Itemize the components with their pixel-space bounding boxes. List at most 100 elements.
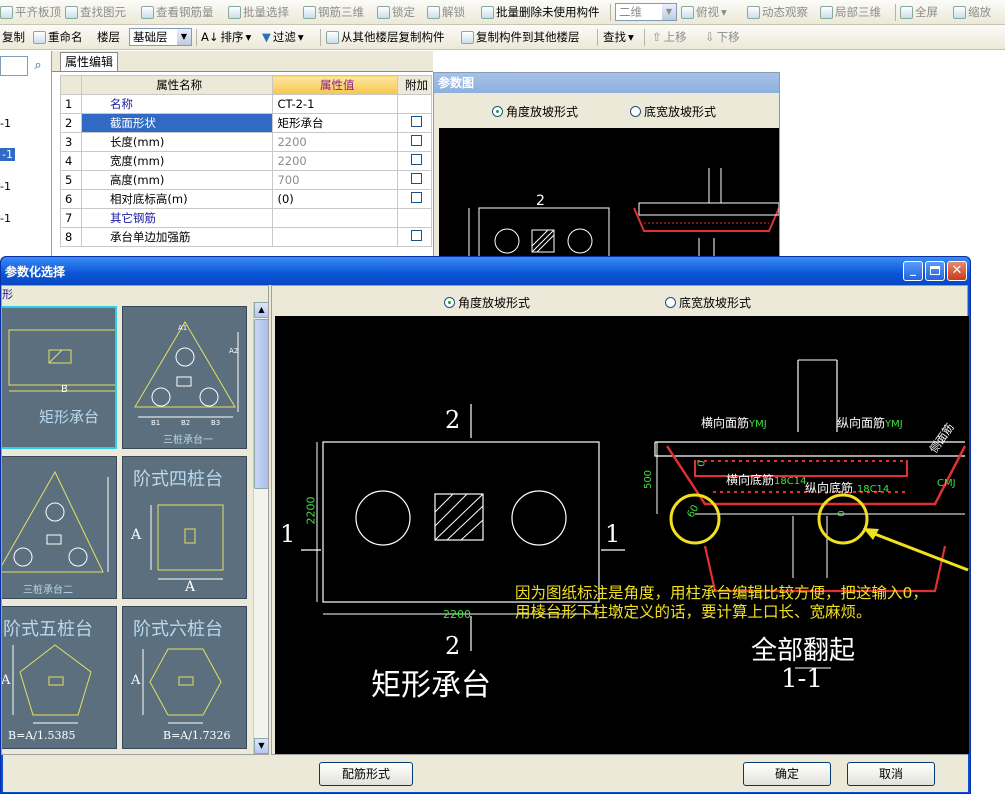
arrow-up-icon: ⇧ — [652, 30, 662, 44]
tab-property-edit[interactable]: 属性编辑 — [60, 52, 118, 71]
separator — [196, 29, 197, 46]
extra-checkbox[interactable] — [411, 230, 422, 241]
radio-width-slope[interactable]: 底宽放坡形式 — [665, 294, 751, 311]
minimize-button[interactable]: _ — [903, 261, 923, 281]
label-top-h: 横向面筋YMJ — [701, 416, 767, 430]
tool-orbit[interactable]: 动态观察 — [747, 4, 808, 21]
zoom-icon — [953, 6, 966, 19]
thumb-step-four-pile[interactable]: 阶式四桩台 A A — [122, 456, 247, 599]
extra-checkbox[interactable] — [411, 173, 422, 184]
tool-unlock[interactable]: 解锁 — [427, 4, 465, 21]
scroll-down-icon[interactable]: ▼ — [254, 738, 268, 754]
cancel-button[interactable]: 取消 — [847, 762, 935, 786]
scroll-up-icon[interactable]: ▲ — [254, 302, 268, 318]
chevron-down-icon: ▼ — [177, 29, 191, 45]
maximize-button[interactable] — [925, 261, 945, 281]
thumb-three-pile-1[interactable]: A1 A2 B1 B2 B3 三桩承台一 — [122, 306, 247, 449]
extra-checkbox[interactable] — [411, 154, 422, 165]
ref-radio-angle[interactable]: 角度放坡形式 — [492, 103, 578, 120]
thumb-three-pile-2[interactable]: 三桩承台二 — [2, 456, 117, 599]
tool-zoom[interactable]: 缩放 — [953, 4, 991, 21]
thumb-rect-cap[interactable]: B 矩形承台 — [2, 306, 117, 449]
ok-button[interactable]: 确定 — [743, 762, 831, 786]
chevron-down-icon: ▾ — [245, 30, 252, 44]
select-icon — [228, 6, 241, 19]
plan-section-mark-top: 2 — [445, 406, 461, 434]
tree-item-selected[interactable]: -1 — [0, 148, 15, 161]
tool-top-view[interactable]: 俯视 ▾ — [681, 4, 727, 21]
parametric-select-dialog: 参数化选择 _ ✕ 形 B 矩形承台 A1 A2 B1 B2 B3 三桩承台一 — [0, 256, 971, 794]
thumb-list-scrollbar[interactable]: ▲ ▼ — [253, 302, 268, 754]
component-tree-panel: ⌕ -1 -1 -1 -1 — [0, 51, 52, 261]
copy-button[interactable]: 复制 — [2, 29, 25, 46]
plan-section-mark-right: 1 — [605, 520, 621, 548]
section-mark: 1-1 — [781, 664, 823, 694]
top-view-icon — [681, 6, 694, 19]
tool-find-element[interactable]: 查找图元 — [65, 4, 126, 21]
find-button[interactable]: 查找 ▾ — [603, 29, 634, 46]
tool-lock[interactable]: 锁定 — [377, 4, 415, 21]
thumb-step-six-pile[interactable]: 阶式六桩台 A B=A/1.7326 — [122, 606, 247, 749]
move-up-button[interactable]: ⇧ 上移 — [652, 29, 687, 46]
search-icon[interactable]: ⌕ — [28, 56, 48, 76]
filter-button[interactable]: ▼ 过滤 ▾ — [262, 29, 304, 46]
preview-area: 角度放坡形式 底宽放坡形式 2 2 1 1 2200 2200 矩形承台 横向面… — [271, 285, 969, 755]
list-header: 形 — [2, 288, 13, 301]
ref-radio-width[interactable]: 底宽放坡形式 — [630, 103, 716, 120]
toolbar-second: 复制 重命名 楼层 基础层 ▼ A↓ 排序 ▾ ▼ 过滤 ▾ 从其他楼层复制构件 复制构件… — [0, 25, 1005, 50]
ref-panel-title: 参数图 — [434, 73, 779, 93]
separator — [644, 29, 645, 46]
rebar-3d-icon — [303, 6, 316, 19]
property-row[interactable]: 3 长度(mm) 2200 — [60, 132, 432, 152]
plan-section-mark-left: 1 — [280, 520, 296, 548]
move-down-button[interactable]: ⇩ 下移 — [705, 29, 740, 46]
extra-checkbox[interactable] — [411, 116, 422, 127]
tree-item[interactable]: -1 — [0, 117, 11, 130]
annotation-note: 因为图纸标注是角度，用柱承台编辑比较方便，把这输入0， 用棱台形下柱墩定义的话，… — [515, 584, 928, 621]
tool-view-rebar[interactable]: 查看钢筋量 — [141, 4, 214, 21]
floor-select[interactable]: 基础层 ▼ — [129, 28, 192, 46]
property-grid: 属性名称 属性值 附加 1 名称 CT-2-1 2 截面形状 矩形承台 3 长度(mm) 2… — [60, 75, 432, 247]
extra-checkbox[interactable] — [411, 135, 422, 146]
label-zero-1: 0 — [696, 460, 708, 467]
tree-item[interactable]: -1 — [0, 212, 11, 225]
sort-button[interactable]: A↓ 排序 ▾ — [201, 29, 251, 46]
radio-angle-slope[interactable]: 角度放坡形式 — [444, 294, 530, 311]
search-input[interactable] — [0, 56, 28, 76]
tree-item[interactable]: -1 — [0, 180, 11, 193]
label-bot-h: 横向底筋18C14 — [726, 473, 807, 487]
unlock-icon — [427, 6, 440, 19]
property-row[interactable]: 1 名称 CT-2-1 — [60, 94, 432, 114]
separator — [895, 4, 896, 21]
scroll-thumb[interactable] — [254, 319, 268, 489]
tool-rebar-3d[interactable]: 钢筋三维 — [303, 4, 364, 21]
extra-checkbox[interactable] — [411, 192, 422, 203]
copy-to-floor-button[interactable]: 复制构件到其他楼层 — [461, 29, 580, 46]
property-row[interactable]: 5 高度(mm) 700 — [60, 170, 432, 190]
chevron-down-icon: ▾ — [297, 30, 304, 44]
label-zero-2: 0 — [836, 510, 848, 517]
tool-fullscreen[interactable]: 全屏 — [900, 4, 938, 21]
thumb-step-five-pile[interactable]: 阶式五桩台 A B=A/1.5385 — [2, 606, 117, 749]
property-row[interactable]: 2 截面形状 矩形承台 — [60, 113, 432, 133]
copy-from-icon — [326, 31, 339, 44]
lock-icon — [377, 6, 390, 19]
filter-icon: ▼ — [262, 30, 271, 44]
tool-batch-delete[interactable]: 批量删除未使用构件 — [481, 4, 600, 21]
property-row[interactable]: 6 相对底标高(m) (0) — [60, 189, 432, 209]
tool-local-3d[interactable]: 局部三维 — [820, 4, 881, 21]
copy-from-floor-button[interactable]: 从其他楼层复制构件 — [326, 29, 445, 46]
close-button[interactable]: ✕ — [947, 261, 967, 281]
rebar-form-button[interactable]: 配筋形式 — [319, 762, 413, 786]
radio-icon — [665, 297, 676, 308]
rebar-icon — [141, 6, 154, 19]
rename-button[interactable]: 重命名 — [33, 29, 83, 46]
property-row[interactable]: 4 宽度(mm) 2200 — [60, 151, 432, 171]
floor-label: 楼层 — [97, 30, 120, 44]
tool-flush-slab-top[interactable]: 平齐板顶 — [0, 4, 61, 21]
tool-batch-select[interactable]: 批量选择 — [228, 4, 289, 21]
property-row[interactable]: 7 其它钢筋 — [60, 208, 432, 228]
property-row[interactable]: 8 承台单边加强筋 — [60, 227, 432, 247]
view-mode-select[interactable]: 二维 ▼ — [615, 3, 677, 21]
dialog-title: 参数化选择 — [5, 265, 66, 279]
